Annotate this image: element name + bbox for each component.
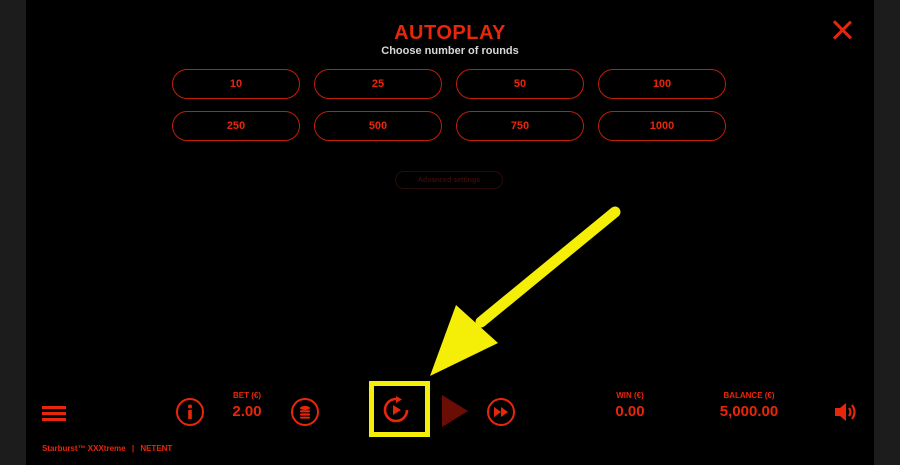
left-margin (0, 0, 26, 465)
right-margin (874, 0, 900, 465)
annotation-arrow (430, 206, 621, 376)
game-stage: AUTOPLAY Choose number of rounds 10 25 5… (26, 0, 874, 465)
